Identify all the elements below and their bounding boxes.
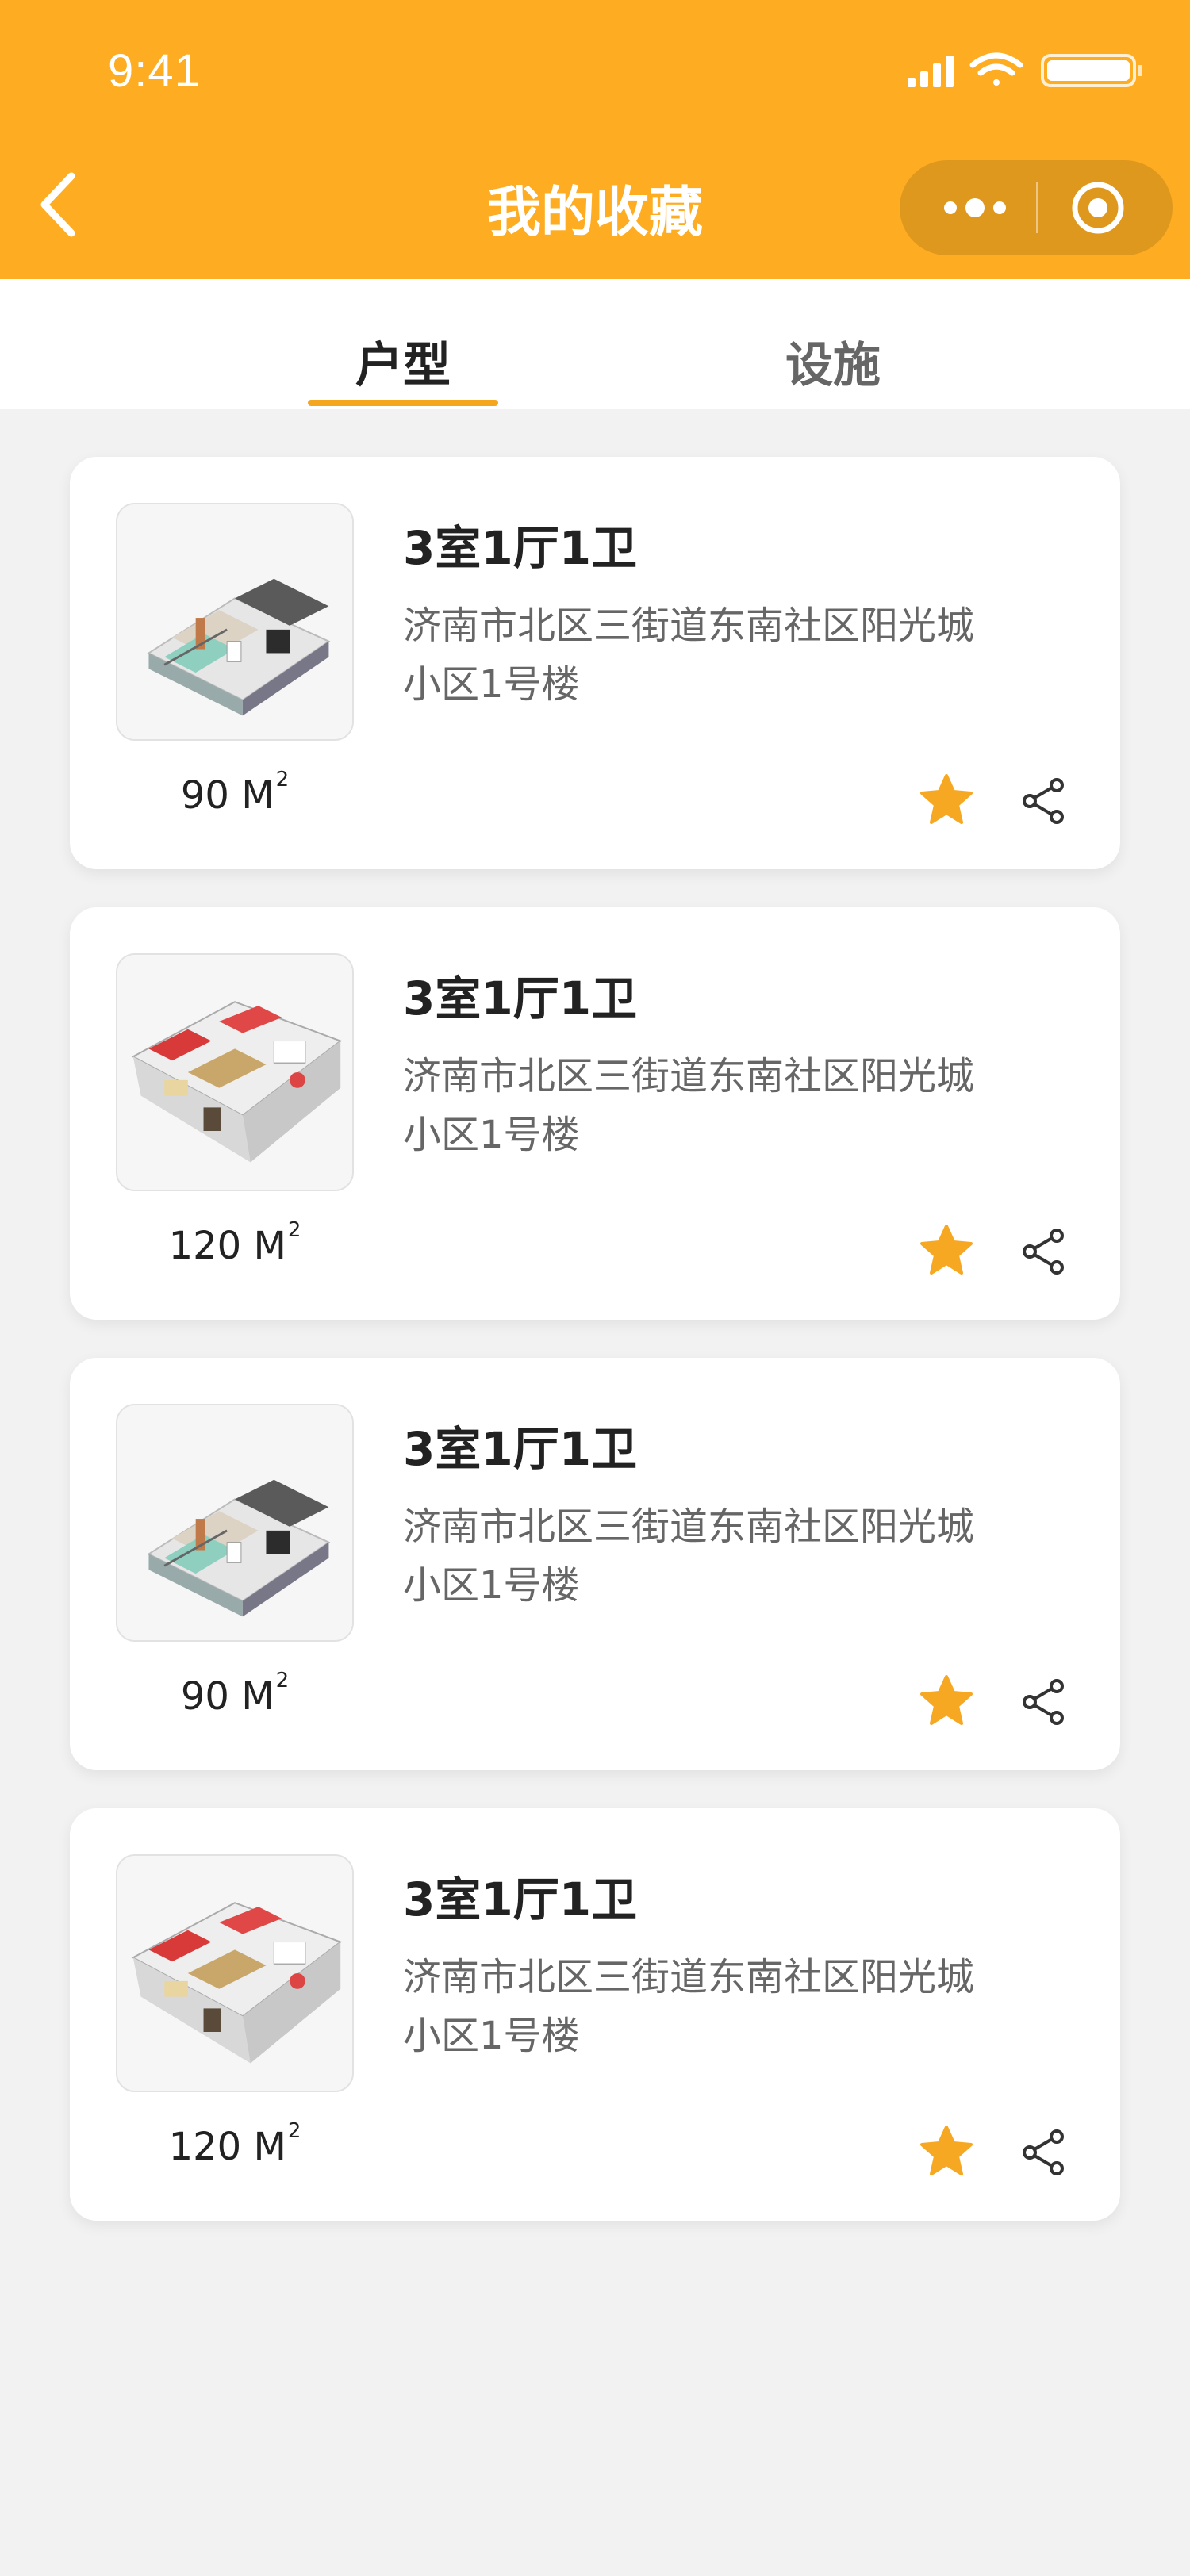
area-label: 90 M2 xyxy=(94,1669,376,1719)
more-dots-icon[interactable] xyxy=(939,195,1011,220)
area-unit: M xyxy=(253,2125,286,2169)
favorite-star-icon[interactable] xyxy=(919,1673,974,1729)
card-title: 3室1厅1卫 xyxy=(403,521,638,575)
active-tab-indicator xyxy=(308,400,498,406)
area-label: 90 M2 xyxy=(94,768,376,818)
floor-plan-card[interactable]: 120 M2 3室1厅1卫 济南市北区三街道东南社区阳光城小区1号楼 xyxy=(70,1808,1120,2221)
share-icon[interactable] xyxy=(1019,776,1069,826)
area-unit-sup: 2 xyxy=(287,1218,301,1242)
area-unit-sup: 2 xyxy=(287,2119,301,2143)
close-target-icon[interactable] xyxy=(1069,179,1127,236)
favorite-star-icon[interactable] xyxy=(919,772,974,828)
status-time: 9:41 xyxy=(108,45,201,97)
area-value: 90 xyxy=(180,773,229,818)
area-label: 120 M2 xyxy=(94,2119,376,2169)
floor-plan-thumbnail xyxy=(116,1404,354,1642)
floor-plan-thumbnail xyxy=(116,1854,354,2092)
card-title: 3室1厅1卫 xyxy=(403,1873,638,1926)
status-icons xyxy=(908,52,1142,87)
signal-icon xyxy=(908,56,954,87)
app-header: 9:41 我的收藏 xyxy=(0,0,1190,279)
share-icon[interactable] xyxy=(1019,1226,1069,1277)
area-value: 120 xyxy=(168,2125,242,2169)
area-unit-sup: 2 xyxy=(275,1669,290,1692)
floor-plan-card[interactable]: 90 M2 3室1厅1卫 济南市北区三街道东南社区阳光城小区1号楼 xyxy=(70,1358,1120,1770)
tab-floor-plan[interactable]: 户型 xyxy=(284,327,522,396)
share-icon[interactable] xyxy=(1019,1677,1069,1727)
favorite-star-icon[interactable] xyxy=(919,1223,974,1278)
card-title: 3室1厅1卫 xyxy=(403,1422,638,1476)
tab-bar: 户型 设施 xyxy=(0,279,1190,409)
floor-plan-card[interactable]: 90 M2 3室1厅1卫 济南市北区三街道东南社区阳光城小区1号楼 xyxy=(70,457,1120,869)
wifi-icon xyxy=(969,52,1023,86)
area-label: 120 M2 xyxy=(94,1218,376,1268)
area-unit: M xyxy=(241,1674,274,1719)
favorite-star-icon[interactable] xyxy=(919,2124,974,2179)
card-address: 济南市北区三街道东南社区阳光城小区1号楼 xyxy=(403,1505,975,1608)
share-icon[interactable] xyxy=(1019,2127,1069,2178)
floor-plan-card[interactable]: 120 M2 3室1厅1卫 济南市北区三街道东南社区阳光城小区1号楼 xyxy=(70,907,1120,1320)
card-address: 济南市北区三街道东南社区阳光城小区1号楼 xyxy=(403,1955,975,2058)
area-value: 120 xyxy=(168,1224,242,1268)
area-unit: M xyxy=(241,773,274,818)
capsule-divider xyxy=(1036,182,1038,233)
area-unit: M xyxy=(253,1224,286,1268)
floor-plan-thumbnail xyxy=(116,503,354,741)
floor-plan-thumbnail xyxy=(116,953,354,1191)
card-address: 济南市北区三街道东南社区阳光城小区1号楼 xyxy=(403,1054,975,1157)
card-address: 济南市北区三街道东南社区阳光城小区1号楼 xyxy=(403,604,975,707)
area-value: 90 xyxy=(180,1674,229,1719)
card-title: 3室1厅1卫 xyxy=(403,972,638,1025)
mini-program-capsule xyxy=(900,160,1173,255)
area-unit-sup: 2 xyxy=(275,768,290,792)
tab-facilities[interactable]: 设施 xyxy=(714,327,952,396)
battery-icon xyxy=(1041,54,1142,87)
